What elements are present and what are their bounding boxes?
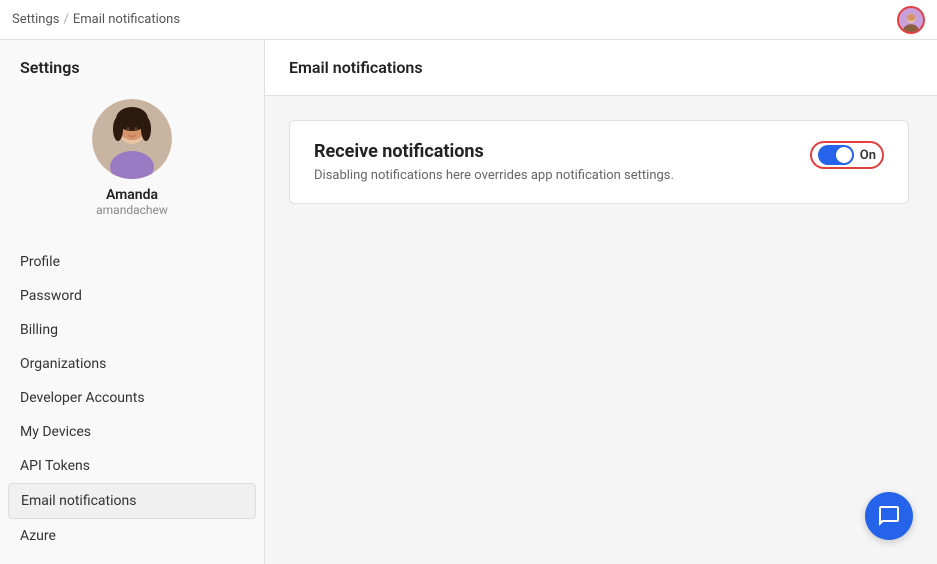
chat-icon	[877, 504, 901, 528]
topbar: Settings / Email notifications	[0, 0, 937, 40]
chat-button[interactable]	[865, 492, 913, 540]
sidebar-item-azure[interactable]: Azure	[0, 519, 264, 553]
sidebar-item-developer-accounts[interactable]: Developer Accounts	[0, 381, 264, 415]
sidebar-item-email-notifications[interactable]: Email notifications	[8, 483, 256, 519]
sidebar-item-billing[interactable]: Billing	[0, 313, 264, 347]
breadcrumb: Settings / Email notifications	[12, 12, 180, 27]
content-title: Email notifications	[265, 40, 937, 96]
sidebar: Settings	[0, 40, 265, 564]
sidebar-item-my-devices[interactable]: My Devices	[0, 415, 264, 449]
notification-info: Receive notifications Disabling notifica…	[314, 141, 674, 183]
notification-toggle[interactable]	[818, 145, 854, 165]
toggle-knob	[836, 147, 852, 163]
content-body: Receive notifications Disabling notifica…	[265, 96, 937, 564]
toggle-container[interactable]: On	[810, 141, 884, 169]
sidebar-item-profile[interactable]: Profile	[0, 245, 264, 279]
notification-title: Receive notifications	[314, 141, 674, 162]
notification-description: Disabling notifications here overrides a…	[314, 168, 674, 183]
user-username: amandachew	[96, 203, 168, 217]
notification-card: Receive notifications Disabling notifica…	[289, 120, 909, 204]
sidebar-title: Settings	[0, 40, 264, 89]
sidebar-nav: Profile Password Billing Organizations D…	[0, 237, 264, 561]
toggle-label: On	[860, 148, 876, 163]
user-avatar-large	[92, 99, 172, 179]
sidebar-item-organizations[interactable]: Organizations	[0, 347, 264, 381]
user-profile-section: Amanda amandachew	[0, 89, 264, 237]
user-avatar-top[interactable]	[897, 6, 925, 34]
sidebar-item-api-tokens[interactable]: API Tokens	[0, 449, 264, 483]
sidebar-item-password[interactable]: Password	[0, 279, 264, 313]
breadcrumb-separator: /	[63, 12, 68, 27]
user-name: Amanda	[106, 187, 158, 203]
content-area: Email notifications Receive notification…	[265, 40, 937, 564]
breadcrumb-root[interactable]: Settings	[12, 12, 59, 27]
breadcrumb-current: Email notifications	[73, 12, 180, 27]
main-layout: Settings	[0, 40, 937, 564]
